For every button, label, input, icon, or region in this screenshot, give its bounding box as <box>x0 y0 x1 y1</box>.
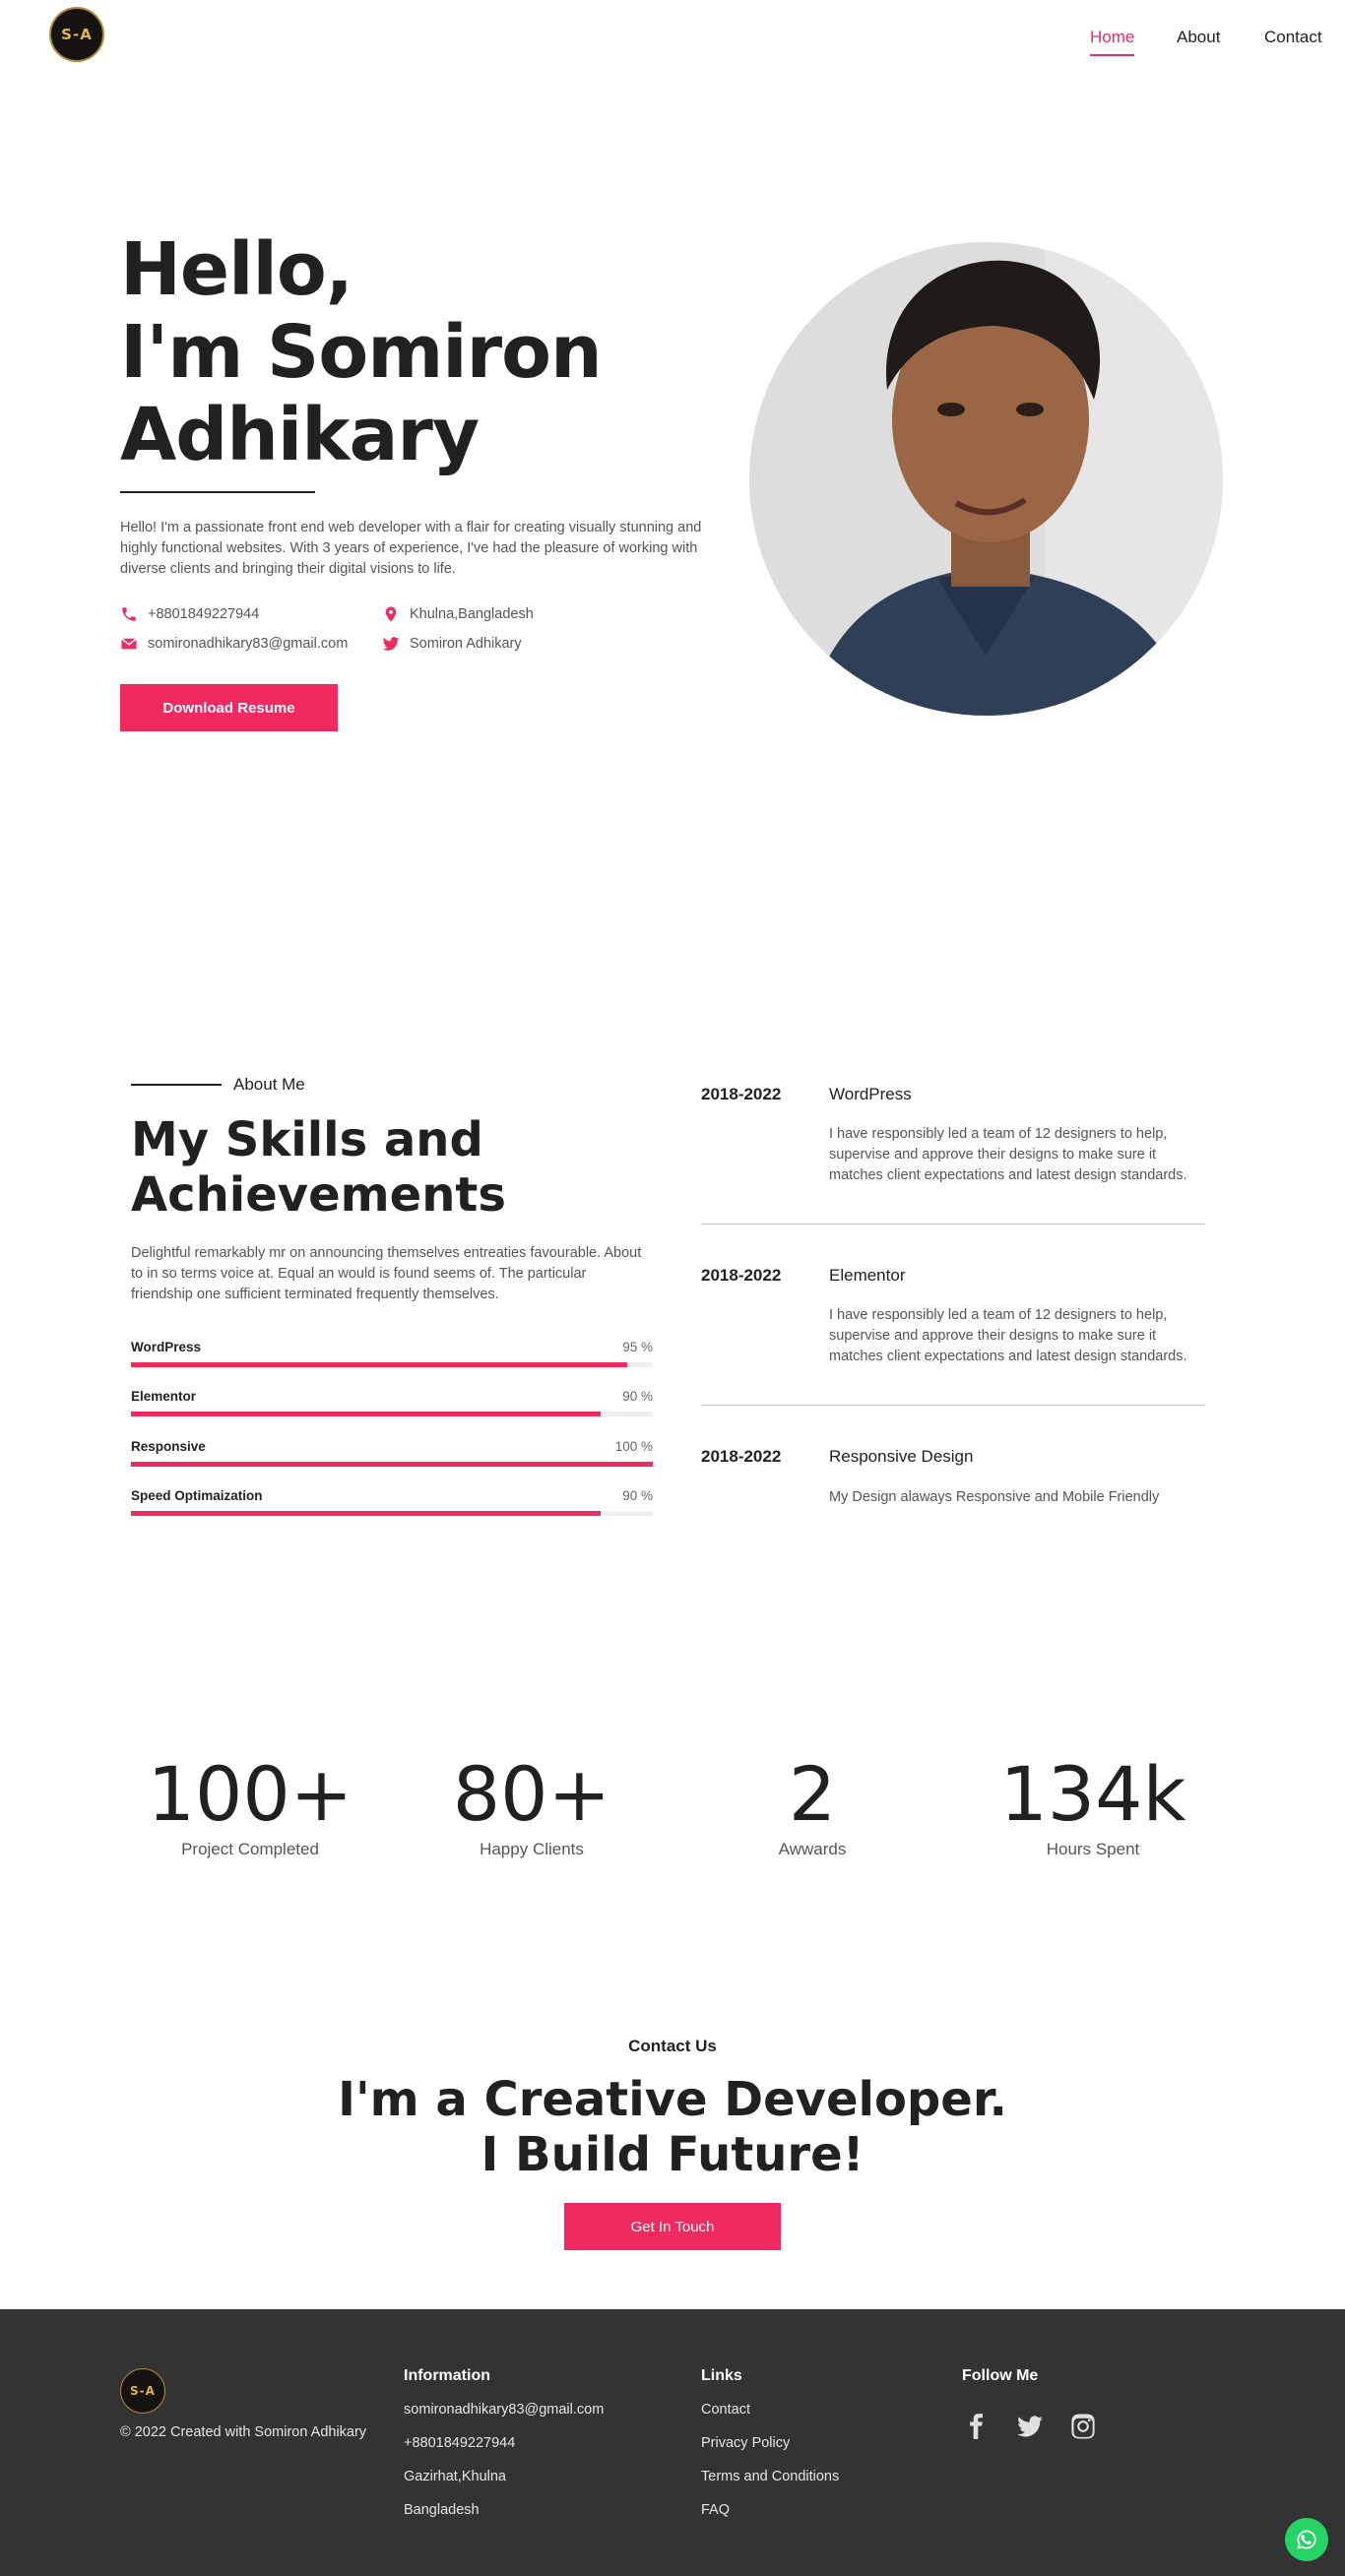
timeline-divider <box>701 1405 1205 1406</box>
skills-title: My Skills and Achievements <box>131 1112 506 1223</box>
twitter-info: Somiron Adhikary <box>382 635 522 653</box>
profile-photo <box>749 242 1223 716</box>
footer-logo[interactable]: S-A <box>120 2368 165 2414</box>
footer-link-terms[interactable]: Terms and Conditions <box>701 2469 839 2484</box>
timeline-year: 2018-2022 <box>701 1266 782 1285</box>
whatsapp-chat-button[interactable] <box>1285 2518 1328 2561</box>
skill-bar-fill <box>131 1511 601 1516</box>
stat-label: Project Completed <box>181 1840 319 1858</box>
hero-name-line2: Adhikary <box>120 393 480 477</box>
skill-percent: 90 % <box>622 1389 653 1404</box>
skills-title-line2: Achievements <box>131 1167 506 1223</box>
contact-eyebrow: Contact Us <box>628 2037 717 2055</box>
location-text: Khulna,Bangladesh <box>410 606 534 622</box>
skill-name: WordPress <box>131 1340 202 1354</box>
footer-links-heading: Links <box>701 2367 742 2384</box>
portrait-illustration <box>749 242 1223 716</box>
skill-bar <box>131 1511 653 1516</box>
stat-value: 80+ <box>452 1750 611 1838</box>
contact-headline: I'm a Creative Developer. I Build Future… <box>0 2072 1345 2182</box>
phone-info: +8801849227944 <box>120 605 259 623</box>
hero-greeting: Hello, <box>120 227 353 312</box>
twitter-icon <box>382 637 400 651</box>
footer-logo-text: S-A <box>130 2384 156 2398</box>
about-divider <box>131 1084 222 1086</box>
footer-link-faq[interactable]: FAQ <box>701 2502 730 2518</box>
timeline-title: Responsive Design <box>829 1447 974 1466</box>
skills-description: Delightful remarkably mr on announcing t… <box>131 1245 642 1302</box>
envelope-icon <box>121 638 137 650</box>
skill-bar <box>131 1462 653 1467</box>
footer-info-address: Gazirhat,Khulna <box>404 2469 506 2484</box>
footer-follow-heading: Follow Me <box>962 2367 1039 2384</box>
footer-info-country: Bangladesh <box>404 2502 480 2518</box>
get-in-touch-button[interactable]: Get In Touch <box>564 2203 781 2250</box>
timeline-description: My Design alaways Responsive and Mobile … <box>829 1489 1160 1505</box>
footer-info-heading: Information <box>404 2367 490 2384</box>
footer-info-phone[interactable]: +8801849227944 <box>404 2435 515 2451</box>
logo-text: S-A <box>61 26 93 43</box>
skill-percent: 95 % <box>622 1340 653 1354</box>
skill-bar-fill <box>131 1412 601 1416</box>
hero-description: Hello! I'm a passionate front end web de… <box>120 520 702 577</box>
phone-text: +8801849227944 <box>148 606 260 622</box>
footer <box>0 2309 1345 2576</box>
download-resume-button[interactable]: Download Resume <box>120 684 338 731</box>
timeline-title: WordPress <box>829 1085 912 1103</box>
skill-percent: 100 % <box>614 1439 653 1454</box>
footer-info-email[interactable]: somironadhikary83@gmail.com <box>404 2402 604 2418</box>
contact-headline-line1: I'm a Creative Developer. <box>338 2072 1007 2127</box>
timeline-year: 2018-2022 <box>701 1447 782 1466</box>
contact-headline-line2: I Build Future! <box>480 2127 865 2182</box>
stat-value: 100+ <box>147 1750 353 1838</box>
stat-value: 134k <box>999 1750 1186 1838</box>
location-info: Khulna,Bangladesh <box>382 605 534 623</box>
timeline-year: 2018-2022 <box>701 1085 782 1103</box>
skill-percent: 90 % <box>622 1488 653 1503</box>
timeline-title: Elementor <box>829 1266 906 1285</box>
whatsapp-icon <box>1297 2530 1316 2549</box>
stat-value: 2 <box>788 1750 837 1838</box>
hero-name-line1: I'm Somiron <box>120 310 603 395</box>
skill-bar-fill <box>131 1462 653 1467</box>
timeline-divider <box>701 1224 1205 1225</box>
map-pin-icon <box>385 606 397 622</box>
site-logo[interactable]: S-A <box>49 7 104 62</box>
nav-home[interactable]: Home <box>1090 28 1135 56</box>
phone-icon <box>122 607 136 621</box>
about-eyebrow: About Me <box>233 1075 305 1094</box>
nav-about[interactable]: About <box>1177 28 1220 47</box>
skills-title-line1: My Skills and <box>131 1112 483 1167</box>
footer-link-privacy[interactable]: Privacy Policy <box>701 2435 790 2451</box>
stat-label: Awwards <box>778 1840 847 1858</box>
hero-title: Hello, I'm Somiron Adhikary <box>120 227 603 477</box>
skill-bar <box>131 1362 653 1367</box>
timeline-description: I have responsibly led a team of 12 desi… <box>829 1307 1187 1364</box>
skill-name: Elementor <box>131 1389 197 1404</box>
skill-name: Speed Optimaization <box>131 1488 263 1503</box>
nav-contact[interactable]: Contact <box>1264 28 1322 47</box>
timeline-description: I have responsibly led a team of 12 desi… <box>829 1126 1187 1183</box>
instagram-icon[interactable] <box>1069 2413 1097 2445</box>
copyright-text: © 2022 Created with Somiron Adhikary <box>120 2424 367 2440</box>
stat-label: Hours Spent <box>1046 1840 1140 1858</box>
email-text: somironadhikary83@gmail.com <box>148 636 349 652</box>
stat-label: Happy Clients <box>480 1840 584 1858</box>
twitter-text[interactable]: Somiron Adhikary <box>410 636 522 652</box>
twitter-icon[interactable] <box>1016 2413 1044 2445</box>
facebook-icon[interactable] <box>962 2413 990 2445</box>
skill-name: Responsive <box>131 1439 206 1454</box>
footer-link-contact[interactable]: Contact <box>701 2402 750 2418</box>
skill-bar-fill <box>131 1362 627 1367</box>
skill-bar <box>131 1412 653 1416</box>
hero-divider <box>120 491 315 493</box>
email-info: somironadhikary83@gmail.com <box>120 635 348 653</box>
